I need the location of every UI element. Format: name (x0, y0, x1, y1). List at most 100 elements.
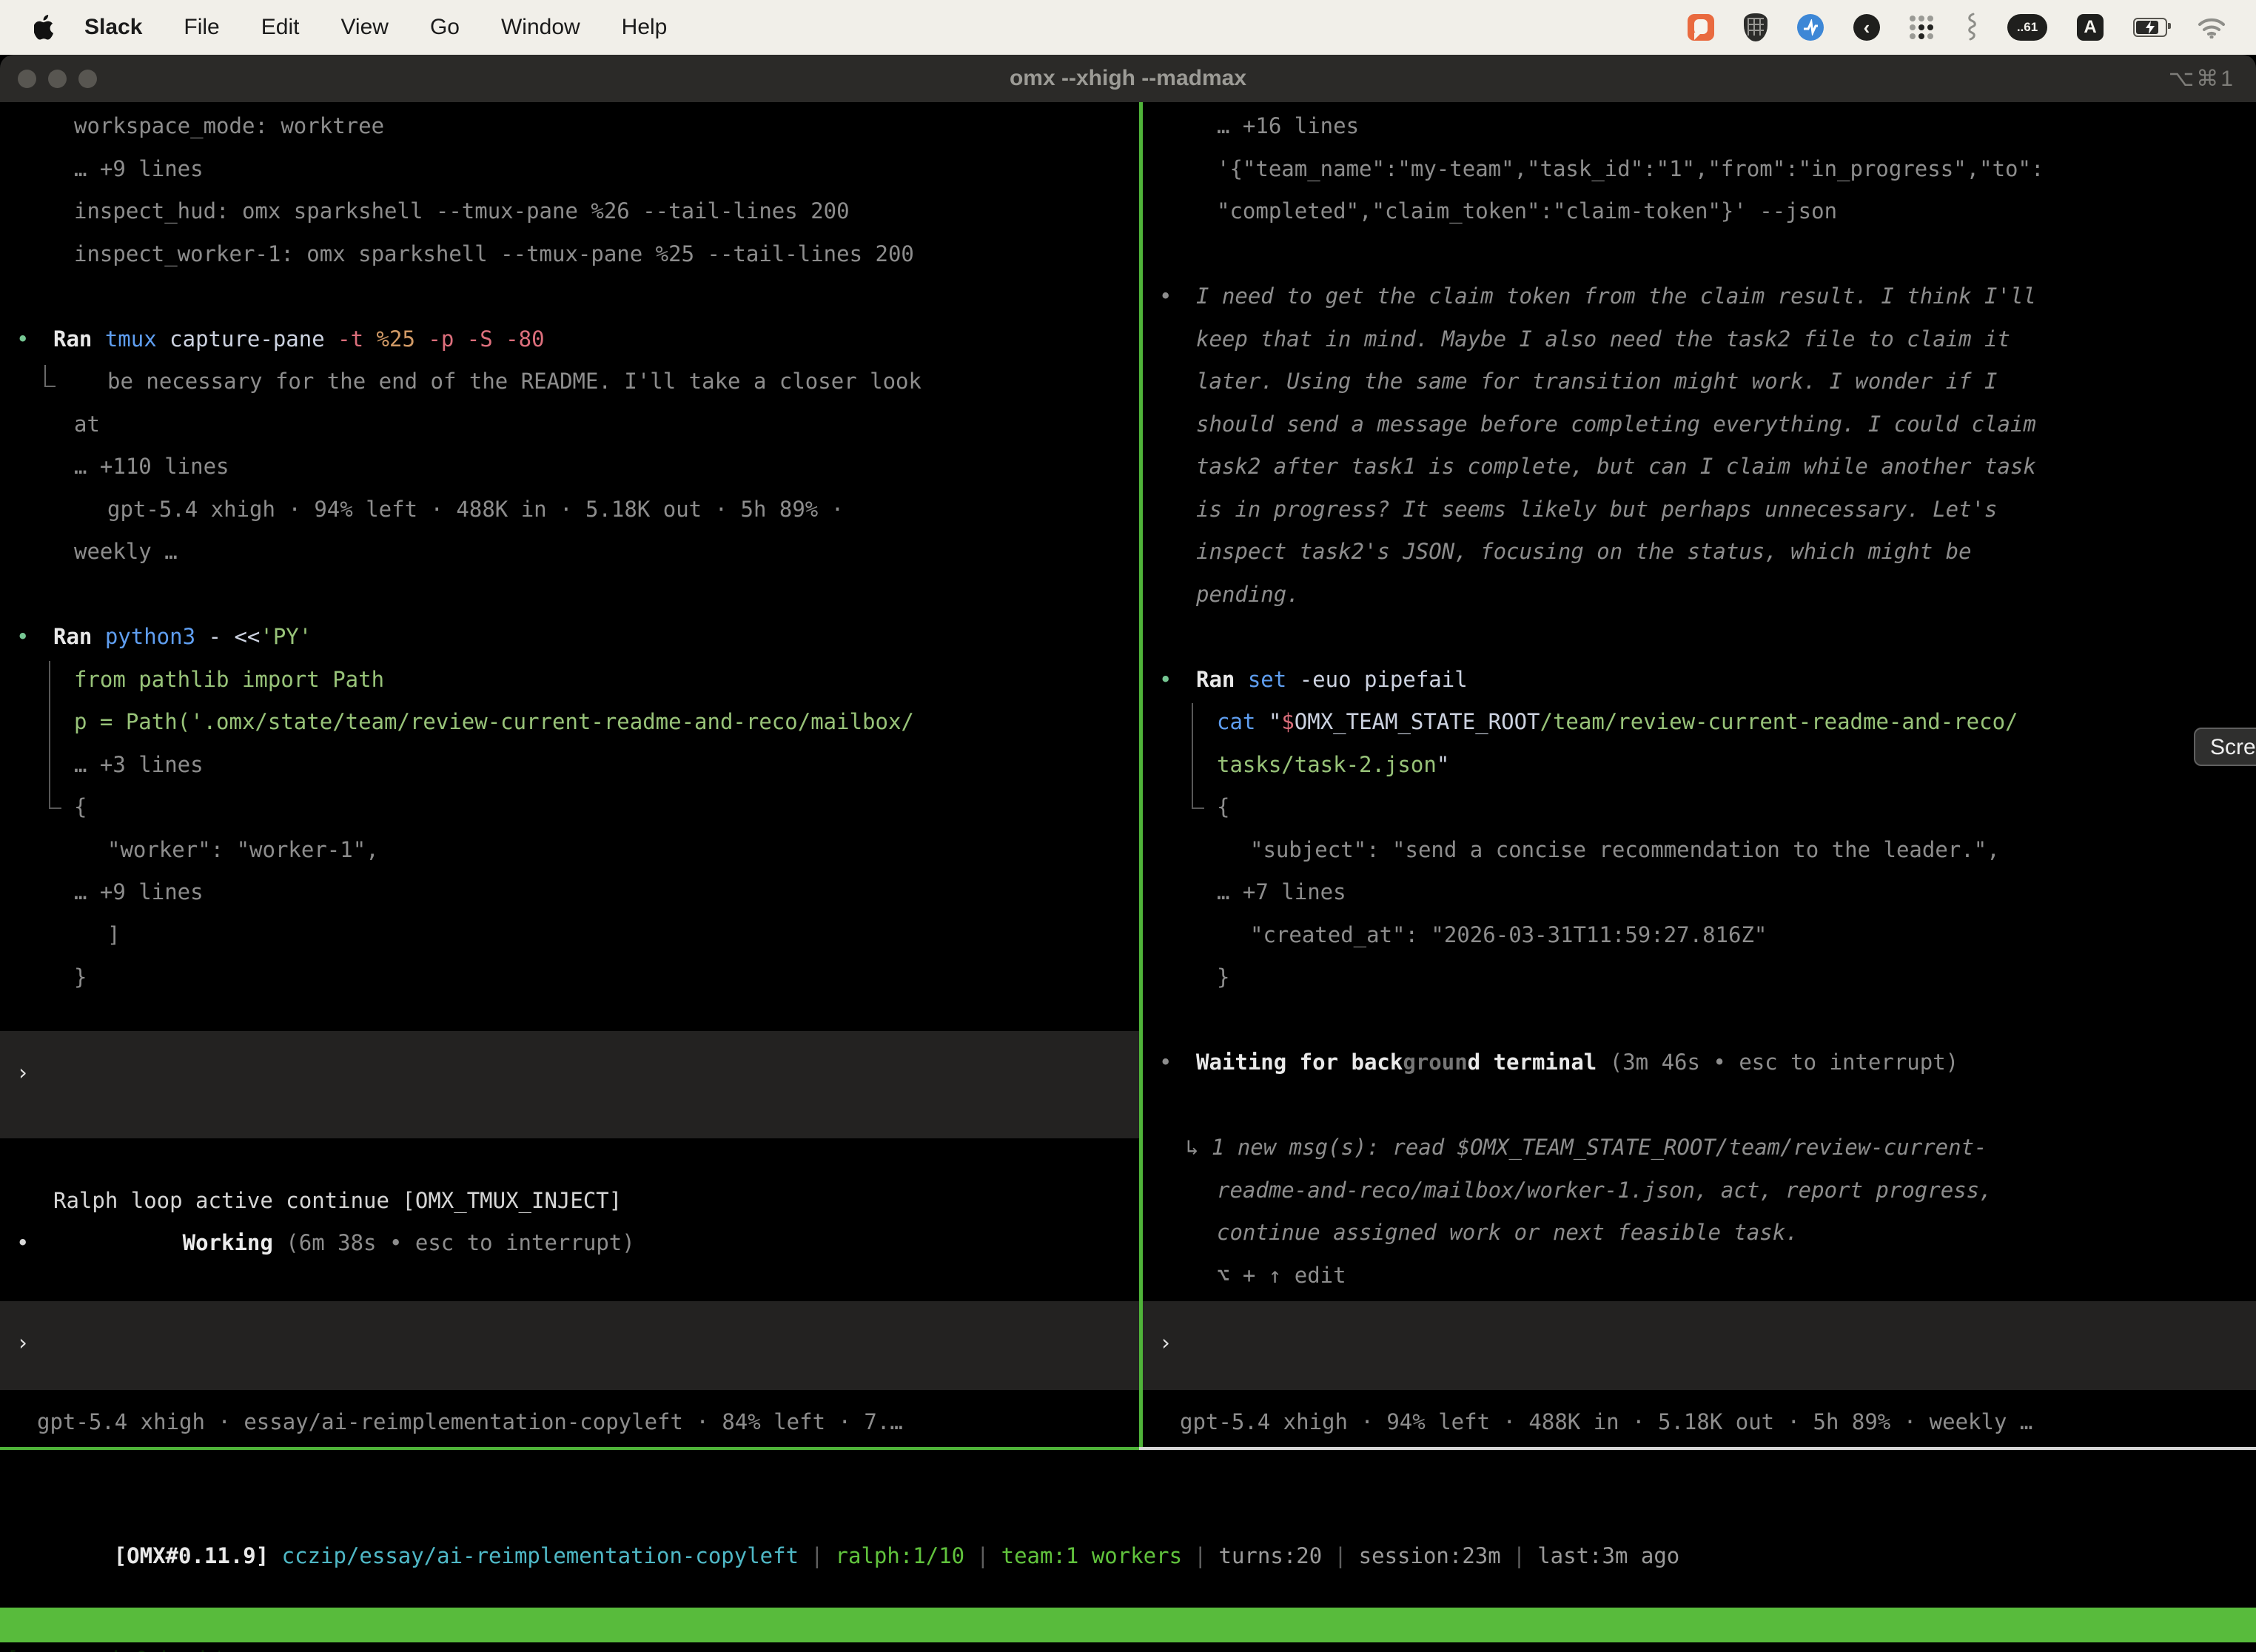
terminal-line: … +9 lines (0, 871, 1139, 914)
menu-item-go[interactable]: Go (430, 15, 460, 40)
prompt-input-line[interactable]: › Improve documentation in @filename (0, 1322, 1139, 1365)
menu-item-window[interactable]: Window (501, 15, 580, 40)
speed-zap-icon[interactable] (1797, 14, 1824, 41)
terminal-line: is in progress? It seems likely but perh… (1143, 488, 2256, 531)
omx-status-bar: [OMX#0.11.9] cczip/essay/ai-reimplementa… (0, 1492, 2256, 1535)
terminal-line: •Waiting for background terminal (3m 46s… (1143, 1041, 2256, 1084)
timer-badge-icon[interactable]: ..61 (2007, 14, 2047, 41)
a-square-icon[interactable]: A (2077, 14, 2104, 41)
model-status-line: gpt-5.4 xhigh · essay/ai-reimplementatio… (0, 1401, 1139, 1444)
terminal-line: } (1143, 956, 2256, 999)
omx-version: [OMX#0.11.9] (114, 1543, 282, 1568)
bullet-icon: • (1159, 659, 1172, 702)
terminal-line: … +16 lines (1143, 105, 2256, 148)
squiggle-icon[interactable] (1963, 13, 1978, 42)
window-shortcut-badge: ⌥⌘1 (2169, 55, 2235, 102)
terminal-line: '{"team_name":"my-team","task_id":"1","f… (1143, 148, 2256, 191)
terminal-line: gpt-5.4 xhigh · 94% left · 488K in · 5.1… (0, 488, 1139, 531)
terminal-line: task2 after task1 is complete, but can I… (1143, 446, 2256, 488)
terminal-line: weekly … (0, 531, 1139, 574)
terminal-blank-line (1143, 999, 2256, 1042)
working-label: Working (130, 1222, 273, 1265)
terminal-line: •Ran set -euo pipefail (1143, 659, 2256, 702)
omx-turns: turns:20 (1219, 1543, 1323, 1568)
terminal-line: … +3 lines (0, 744, 1139, 787)
bullet-icon: • (1159, 275, 1172, 318)
terminal-line: … +9 lines (0, 148, 1139, 191)
working-status-line: •Working (6m 38s • esc to interrupt) (0, 1179, 1139, 1222)
menu-item-edit[interactable]: Edit (261, 15, 300, 40)
terminal-line: } (0, 956, 1139, 999)
bullet-icon: • (16, 616, 29, 659)
terminal-line: •I need to get the claim token from the … (1143, 275, 2256, 318)
terminal-content: workspace_mode: worktree… +9 linesinspec… (0, 102, 2256, 1652)
shield-icon[interactable] (1744, 13, 1767, 41)
omx-session: session:23m (1359, 1543, 1501, 1568)
terminal-line: … +7 lines (1143, 871, 2256, 914)
terminal-line: p = Path('.omx/state/team/review-current… (0, 701, 1139, 744)
chevron-prompt-icon: › (16, 1052, 29, 1095)
bullet-icon: • (16, 318, 29, 361)
terminal-line: "subject": "send a concise recommendatio… (1143, 829, 2256, 872)
menu-status-icons: ‹ ..61 A (1688, 0, 2226, 55)
terminal-line: ⌥ + ↑ edit (1143, 1255, 2256, 1297)
terminal-line: inspect_worker-1: omx sparkshell --tmux-… (0, 233, 1139, 276)
terminal-blank-line (1143, 1084, 2256, 1127)
tmux-pane-right[interactable]: … +16 lines'{"team_name":"my-team","task… (1143, 102, 2256, 1447)
omx-repo: cczip/essay/ai-reimplementation-copyleft (282, 1543, 799, 1568)
prompt-input-band[interactable]: › Improve documentation in @filename (0, 1301, 1139, 1390)
omx-ralph: ralph:1/10 (836, 1543, 965, 1568)
terminal-line: cat "$OMX_TEAM_STATE_ROOT/team/review-cu… (1143, 701, 2256, 744)
menu-item-help[interactable]: Help (622, 15, 668, 40)
inject-notice-band: › Ralph loop active continue [OMX_TMUX_I… (0, 1031, 1139, 1138)
menu-item-file[interactable]: File (184, 15, 219, 40)
output-connector (1192, 703, 1204, 809)
wifi-icon[interactable] (2197, 16, 2226, 38)
terminal-line: "created_at": "2026-03-31T11:59:27.816Z" (1143, 914, 2256, 957)
terminal-line: keep that in mind. Maybe I also need the… (1143, 318, 2256, 361)
macos-menu-bar: Slack File Edit View Go Window Help ‹ ..61 A (0, 0, 2256, 55)
terminal-line: should send a message before completing … (1143, 403, 2256, 446)
terminal-line: be necessary for the end of the README. … (0, 360, 1139, 403)
terminal-line: inspect task2's JSON, focusing on the st… (1143, 531, 2256, 574)
terminal-blank-line (1143, 233, 2256, 276)
terminal-line: at (0, 403, 1139, 446)
apple-icon[interactable] (34, 14, 56, 41)
output-corner-icon (44, 365, 56, 387)
chat-app-icon[interactable] (1688, 14, 1714, 41)
working-bullet: • (16, 1222, 29, 1265)
terminal-line: ] (0, 914, 1139, 957)
chevron-prompt-icon: › (1159, 1322, 1172, 1365)
bullet-icon: • (1159, 1041, 1172, 1084)
tmux-status-bar: [omx-cczip0:bash* "MacBook-Pro-44.local"… (0, 1608, 2256, 1642)
terminal-line: tasks/task-2.json" (1143, 744, 2256, 787)
screen-notification-tooltip: Scre (2194, 728, 2256, 766)
suggestion-line[interactable]: › Explain this codebase (1143, 1322, 2256, 1365)
terminal-line: "completed","claim_token":"claim-token"}… (1143, 190, 2256, 233)
inject-notice-line: › Ralph loop active continue [OMX_TMUX_I… (0, 1052, 1139, 1095)
terminal-line: •Ran tmux capture-pane -t %25 -p -S -80 (0, 318, 1139, 361)
menu-item-view[interactable]: View (340, 15, 388, 40)
battery-charging-icon[interactable] (2133, 18, 2167, 37)
output-connector (49, 661, 61, 809)
terminal-line: from pathlib import Path (0, 659, 1139, 702)
terminal-line: … +110 lines (0, 446, 1139, 488)
terminal-window: omx --xhigh --madmax ⌥⌘1 workspace_mode:… (0, 55, 2256, 1652)
terminal-blank-line (1143, 616, 2256, 659)
working-detail: (6m 38s • esc to interrupt) (273, 1230, 635, 1255)
window-title-bar: omx --xhigh --madmax ⌥⌘1 (0, 55, 2256, 102)
suggestion-band[interactable]: › Explain this codebase (1143, 1301, 2256, 1390)
model-status-line: gpt-5.4 xhigh · 94% left · 488K in · 5.1… (1143, 1401, 2256, 1444)
menu-item-slack[interactable]: Slack (84, 15, 142, 40)
tmux-session-name: [omx-cczip0:bash* (6, 1642, 226, 1652)
tmux-pane-left[interactable]: workspace_mode: worktree… +9 linesinspec… (0, 102, 1139, 1447)
terminal-line: continue assigned work or next feasible … (1143, 1212, 2256, 1255)
terminal-line: inspect_hud: omx sparkshell --tmux-pane … (0, 190, 1139, 233)
screen: Slack File Edit View Go Window Help ‹ ..61 A (0, 0, 2256, 1652)
active-pane-border (0, 1447, 1139, 1450)
chevron-circle-icon[interactable]: ‹ (1853, 14, 1880, 41)
terminal-line: readme-and-reco/mailbox/worker-1.json, a… (1143, 1169, 2256, 1212)
dots-grid-icon[interactable] (1910, 16, 1933, 39)
terminal-line: { (0, 786, 1139, 829)
terminal-blank-line (0, 275, 1139, 318)
